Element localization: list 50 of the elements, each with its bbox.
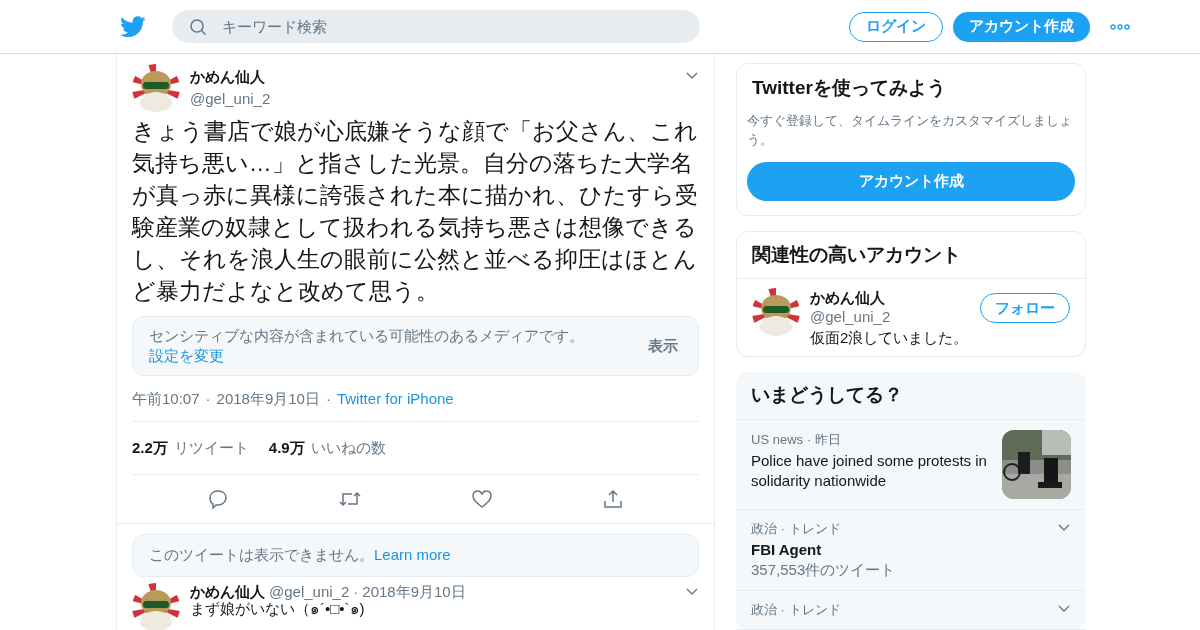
- unavailable-text: このツイートは表示できません。Learn more: [149, 545, 452, 565]
- card-title: 関連性の高いアカウント: [737, 231, 1085, 279]
- share-icon[interactable]: [602, 488, 625, 510]
- news-source: US news: [751, 430, 804, 449]
- show-button[interactable]: 表示: [648, 334, 682, 358]
- signup-button[interactable]: アカウント作成: [747, 161, 1075, 201]
- stat-label[interactable]: リツイート: [173, 436, 249, 459]
- separator-dot: ·: [205, 389, 211, 409]
- trend-item[interactable]: 政治 · トレンド: [736, 590, 1086, 630]
- news-time: 昨日: [815, 430, 842, 449]
- avatar[interactable]: [132, 64, 180, 112]
- user-name[interactable]: かめん仙人: [190, 65, 675, 88]
- tweet-date: 2018年9月10日: [216, 389, 320, 409]
- user-handle[interactable]: @gel_uni_2: [810, 307, 970, 326]
- card-text: 今すぐ登録して、タイムラインをカスタマイズしましょう。: [747, 111, 1073, 149]
- separator-dot: ·: [325, 389, 331, 409]
- user-handle[interactable]: @gel_uni_2: [269, 582, 350, 600]
- search-field[interactable]: キーワード検索: [172, 10, 700, 43]
- user-handle[interactable]: @gel_uni_2: [190, 88, 675, 111]
- news-item[interactable]: US news · 昨日 Police have joined some protests in solidarity nationwide: [736, 419, 1086, 510]
- bird-logo-icon[interactable]: [120, 15, 146, 38]
- tweet-text: きょう書店で娘が心底嫌そうな顔で「お父さん、これ気持ち悪い…」と指さした光景。自分の落ちた大学名が真っ赤に異様に誇張された本に描かれ、ひたすら受験産業の奴隷として扱われる気持ち悪さは想像できるし、それを浪人生の眼前に公然と並べる抑圧はほとんど暴力だよなと改めて思う。: [132, 118, 699, 306]
- card-title: いまどうしてる？: [736, 372, 1086, 420]
- user-name[interactable]: かめん仙人: [810, 288, 970, 307]
- tweet-date: 2018年9月10日: [362, 582, 466, 600]
- user-bio: 仮面2浪していました。: [810, 328, 970, 347]
- source-link[interactable]: Twitter for iPhone: [336, 388, 454, 411]
- trend-count: 357,553件のツイート: [751, 559, 897, 580]
- stat-label[interactable]: いいねの数: [310, 436, 386, 459]
- signup-button[interactable]: アカウント作成: [953, 11, 1090, 42]
- user-name[interactable]: かめん仙人: [190, 582, 265, 600]
- tweet-text: まず娘がいない（๑´•□•`๑): [190, 599, 366, 618]
- stat-count: 4.9万: [268, 437, 305, 458]
- news-title: Police have joined some protests in solidarity nationwide: [751, 451, 988, 491]
- card-title: Twitterを使ってみよう: [751, 76, 947, 100]
- trend-category: 政治 · トレンド: [751, 519, 842, 538]
- learn-more-link[interactable]: Learn more: [374, 546, 451, 563]
- trend-item[interactable]: 政治 · トレンド FBI Agent 357,553件のツイート: [736, 509, 1086, 591]
- separator-dot: ·: [353, 582, 359, 600]
- settings-link[interactable]: 設定を変更: [149, 347, 224, 364]
- separator-dot: ·: [807, 430, 812, 449]
- stat-count: 2.2万: [132, 437, 168, 458]
- more-icon[interactable]: [1110, 23, 1130, 30]
- trend-title: FBI Agent: [751, 539, 823, 560]
- heart-icon[interactable]: [471, 488, 494, 510]
- search-icon: [189, 18, 207, 36]
- trend-category: 政治 · トレンド: [751, 600, 842, 619]
- notice-text: センシティブな内容が含まれている可能性のあるメディアです。 設定を変更: [149, 326, 585, 366]
- tweet-time: 午前10:07: [132, 389, 200, 409]
- reply-icon[interactable]: [206, 488, 229, 510]
